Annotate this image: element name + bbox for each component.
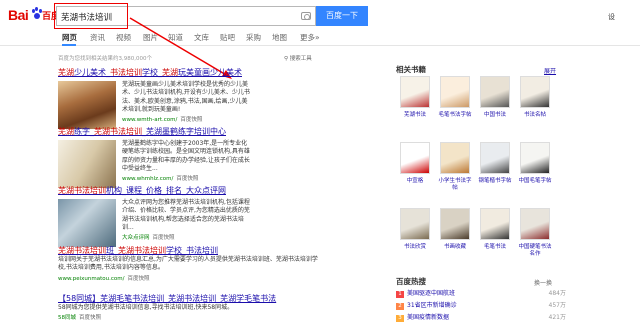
snapshot-link[interactable]: 百度快照	[127, 276, 149, 282]
result-title[interactable]: 芜湖书法培训班_芜湖书法培训学校_书法培训	[58, 246, 378, 256]
book-cover[interactable]	[520, 142, 550, 174]
book-title[interactable]: 小学生书法字帖	[437, 178, 473, 191]
book-title[interactable]: 中国毛笔字帖	[517, 178, 553, 185]
expand-link[interactable]: 展开	[544, 66, 556, 75]
result-url[interactable]: www.whmhlz.com/	[122, 176, 173, 182]
snapshot-link[interactable]: 百度快照	[180, 117, 202, 123]
book-cover[interactable]	[440, 76, 470, 108]
result-description: 芜湖墨鹤练字中心创建于2003年,是一所专业化硬笔练字训练校园。是全国文明连锁机…	[122, 140, 250, 172]
book-cover[interactable]	[520, 208, 550, 240]
search-result: 芜湖少儿美术_书法培训学校_芜湖玩美童画少儿美术 芜湖玩美童画少儿美术培训学校是…	[58, 68, 378, 129]
snapshot-link[interactable]: 百度快照	[79, 315, 101, 321]
result-description: 58同城为您提供芜湖书法培训信息,寻找书法培训班,快来58同城。	[58, 304, 234, 311]
search-result: 芜湖书法培训机构_课程_价格_排名_大众点评网 大众点评网为您推荐芜湖书法培训机…	[58, 186, 378, 247]
hot-title: 美国疫情新数据	[407, 314, 450, 321]
book-title[interactable]: 中国硬笔书法名作	[517, 244, 553, 257]
hot-rank: 2	[396, 303, 404, 310]
hot-count: 484万	[548, 290, 566, 297]
search-result: 芜湖练字_芜湖书法培训_芜湖墨鹤练字培训中心 芜湖墨鹤练字中心创建于2003年,…	[58, 127, 378, 188]
book-cover[interactable]	[400, 208, 430, 240]
hot-item[interactable]: 2 31省区市新增确诊 457万	[396, 302, 566, 310]
book-title[interactable]: 书法欣赏	[397, 244, 433, 251]
book-title[interactable]: 书画收藏	[437, 244, 473, 251]
result-title[interactable]: 芜湖练字_芜湖书法培训_芜湖墨鹤练字培训中心	[58, 127, 378, 137]
result-url[interactable]: 58同城	[58, 315, 76, 321]
hot-count: 457万	[548, 302, 566, 309]
result-description: 培训网关于芜湖书法培训的信息汇总,为广大需要学习的人员提供芜湖书法培训班、芜湖书…	[58, 256, 318, 272]
search-result: 芜湖书法培训班_芜湖书法培训学校_书法培训 培训网关于芜湖书法培训的信息汇总,为…	[58, 246, 378, 282]
book-title[interactable]: 中宣格	[397, 178, 433, 185]
book-cover[interactable]	[400, 142, 430, 174]
book-title[interactable]: 毛笔书法字帖	[437, 112, 473, 119]
snapshot-link[interactable]: 百度快照	[176, 176, 198, 182]
book-cover[interactable]	[480, 208, 510, 240]
result-description: 芜湖玩美童画少儿美术培训学校是优秀的少儿美术、少儿书法培训机构,开设有少儿美术、…	[122, 81, 250, 113]
book-cover[interactable]	[440, 208, 470, 240]
related-books-heading: 相关书籍	[396, 65, 426, 74]
hot-item[interactable]: 3 美国疫情新数据 421万	[396, 314, 566, 322]
result-url[interactable]: 大众点评网	[122, 235, 150, 241]
book-title[interactable]: 中国书法	[477, 112, 513, 119]
book-cover[interactable]	[400, 76, 430, 108]
hot-title: 31省区市新增确诊	[407, 302, 457, 309]
result-title[interactable]: 芜湖少儿美术_书法培训学校_芜湖玩美童画少儿美术	[58, 68, 378, 78]
result-description: 大众点评网为您推荐芜湖书法培训机构,包括课程介绍、价格比较、学员点评,为您精选出…	[122, 199, 250, 231]
book-cover[interactable]	[480, 142, 510, 174]
book-title[interactable]: 钢笔楷书字帖	[477, 178, 513, 185]
hot-search-heading: 百度热搜	[396, 277, 426, 286]
result-url[interactable]: www.peixunmatou.com/	[58, 276, 124, 282]
book-cover[interactable]	[440, 142, 470, 174]
book-title[interactable]: 书法名帖	[517, 112, 553, 119]
search-result: 【58同城】芜湖毛笔书法培训_芜湖书法培训_芜湖学毛笔书法 58同城为您提供芜湖…	[58, 294, 378, 321]
hot-title: 美国驱逐中国航班	[407, 290, 456, 297]
book-title[interactable]: 芜湖书法	[397, 112, 433, 119]
result-thumbnail[interactable]	[58, 199, 116, 247]
result-thumbnail[interactable]	[58, 140, 116, 188]
book-cover[interactable]	[520, 76, 550, 108]
hot-rank: 1	[396, 291, 404, 298]
snapshot-link[interactable]: 百度快照	[153, 235, 175, 241]
book-title[interactable]: 毛笔书法	[477, 244, 513, 251]
result-title[interactable]: 【58同城】芜湖毛笔书法培训_芜湖书法培训_芜湖学毛笔书法	[58, 294, 378, 304]
refresh-link[interactable]: 换一换	[534, 278, 552, 287]
result-title[interactable]: 芜湖书法培训机构_课程_价格_排名_大众点评网	[58, 186, 378, 196]
hot-item[interactable]: 1 美国驱逐中国航班 484万	[396, 290, 566, 298]
result-thumbnail[interactable]	[58, 81, 116, 129]
hot-rank: 3	[396, 315, 404, 322]
result-url[interactable]: www.wmth-art.com/	[122, 117, 177, 123]
hot-count: 421万	[548, 314, 566, 321]
right-sidebar: 相关书籍 展开 芜湖书法 毛笔书法字帖 中国书法 书法名帖中宣格 小学生书法字帖 钢笔楷书…	[396, 64, 566, 322]
book-cover[interactable]	[480, 76, 510, 108]
